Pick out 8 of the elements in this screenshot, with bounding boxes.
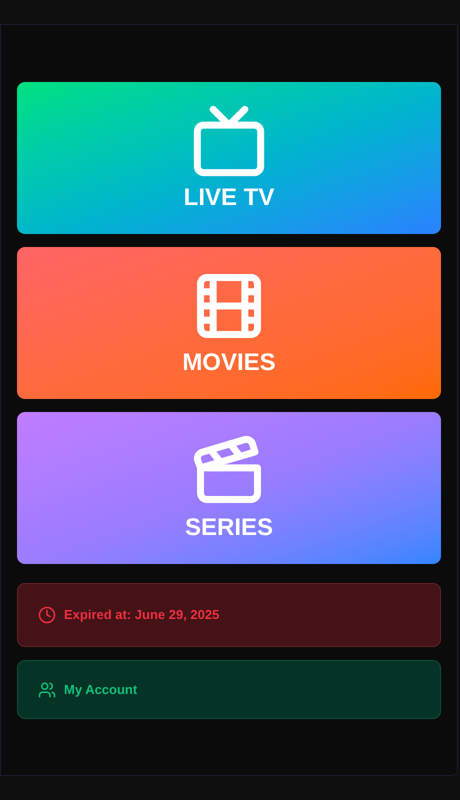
tv-icon xyxy=(191,103,267,179)
account-button[interactable]: My Account xyxy=(17,660,441,719)
category-card[interactable]: SERIES xyxy=(17,412,441,564)
clock-icon xyxy=(38,606,56,624)
expiry-text: Expired at: June 29, 2025 xyxy=(64,606,220,624)
category-card[interactable]: LIVE TV xyxy=(17,82,441,234)
category-card[interactable]: MOVIES xyxy=(17,247,441,399)
users-icon xyxy=(38,680,56,698)
